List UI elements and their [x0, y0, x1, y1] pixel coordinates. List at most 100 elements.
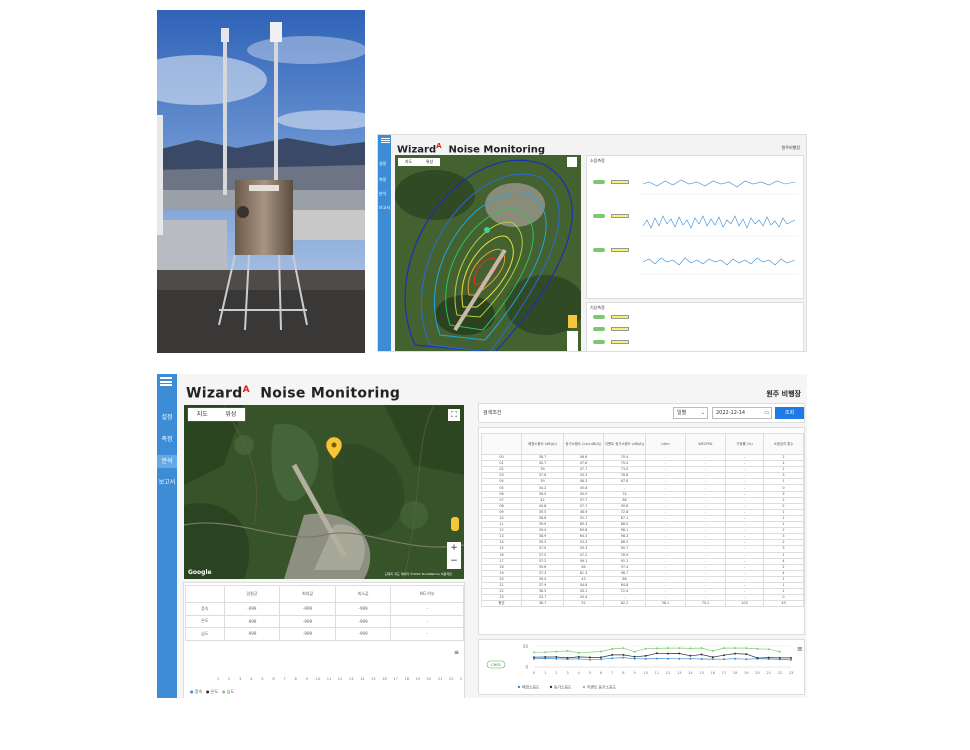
noise-contour-map[interactable]	[395, 155, 581, 351]
data-point[interactable]	[544, 656, 547, 658]
data-point[interactable]	[533, 657, 535, 660]
data-point[interactable]	[633, 655, 636, 658]
zoom-out-icon[interactable]: −	[447, 555, 461, 568]
legend-label[interactable]: 풍속	[195, 689, 202, 694]
data-point[interactable]	[577, 651, 580, 654]
x-tick-label: 2	[555, 671, 557, 675]
data-point[interactable]	[723, 654, 725, 657]
data-point[interactable]	[678, 647, 681, 650]
data-point[interactable]	[734, 647, 737, 650]
data-point[interactable]	[566, 649, 569, 652]
data-point[interactable]	[622, 653, 625, 656]
data-point[interactable]	[778, 650, 781, 653]
data-point[interactable]	[600, 658, 602, 661]
data-point[interactable]	[655, 647, 658, 650]
data-point[interactable]	[689, 654, 692, 657]
data-point[interactable]	[655, 657, 658, 660]
data-point[interactable]	[566, 656, 569, 659]
data-point[interactable]	[678, 652, 681, 655]
data-point[interactable]	[577, 655, 580, 658]
data-point[interactable]	[633, 657, 636, 660]
data-point[interactable]	[790, 658, 792, 661]
data-point[interactable]	[711, 656, 714, 659]
legend-label[interactable]: 이벤트 등가소음도	[587, 684, 617, 689]
data-point[interactable]	[756, 647, 759, 650]
data-point[interactable]	[711, 658, 714, 661]
data-point[interactable]	[790, 656, 792, 659]
tab-satellite[interactable]: 위성	[419, 158, 440, 166]
tab-map[interactable]: 지도	[398, 158, 419, 166]
data-point[interactable]	[767, 656, 770, 659]
data-point[interactable]	[667, 652, 670, 655]
nav-item-analysis[interactable]: 분석	[157, 455, 177, 468]
data-point[interactable]	[600, 650, 602, 653]
x-tick-label: 1	[544, 671, 546, 675]
data-point[interactable]	[723, 658, 725, 661]
data-point[interactable]	[689, 647, 692, 650]
data-point[interactable]	[723, 647, 725, 650]
nav-item-report[interactable]: 보고서	[379, 205, 390, 211]
data-point[interactable]	[533, 656, 535, 659]
data-point[interactable]	[689, 657, 692, 660]
menu-icon[interactable]	[160, 377, 172, 386]
legend-label[interactable]: 등가소음도	[554, 684, 572, 689]
data-point[interactable]	[622, 656, 625, 659]
data-point[interactable]	[745, 658, 748, 661]
data-point[interactable]	[767, 648, 770, 651]
data-point[interactable]	[756, 657, 759, 659]
data-point[interactable]	[644, 654, 647, 657]
data-point[interactable]	[555, 650, 558, 653]
legend-label[interactable]: 습도	[227, 689, 234, 694]
data-point[interactable]	[622, 647, 625, 650]
zoom-in-icon[interactable]: +	[447, 542, 461, 555]
data-point[interactable]	[655, 652, 658, 655]
data-point[interactable]	[611, 647, 614, 650]
data-point[interactable]	[611, 657, 614, 660]
data-point[interactable]	[633, 650, 636, 653]
street-view-pegman-icon[interactable]	[451, 517, 459, 531]
nav-item-settings[interactable]: 설정	[157, 412, 177, 424]
data-point[interactable]	[667, 657, 670, 660]
nav-item-measure[interactable]: 측정	[379, 177, 386, 183]
data-point[interactable]	[577, 657, 580, 660]
data-point[interactable]	[588, 656, 591, 659]
data-point[interactable]	[555, 656, 558, 658]
period-select[interactable]: 일별 ⌄	[673, 407, 708, 419]
data-point[interactable]	[700, 658, 703, 660]
search-label: 검색조건	[483, 410, 502, 416]
data-point[interactable]	[611, 653, 614, 656]
data-point[interactable]	[700, 647, 703, 650]
data-point[interactable]	[555, 657, 558, 660]
satellite-map[interactable]	[184, 405, 464, 579]
data-point[interactable]	[533, 651, 535, 654]
data-point[interactable]	[711, 649, 714, 652]
tab-satellite[interactable]: 위성	[217, 408, 246, 421]
data-point[interactable]	[644, 657, 647, 660]
row-label: 온도	[185, 614, 225, 628]
legend-label[interactable]: 배경소음도	[522, 684, 540, 689]
data-point[interactable]	[778, 656, 781, 659]
tab-map[interactable]: 지도	[188, 408, 217, 421]
nav-item-report[interactable]: 보고서	[157, 477, 177, 489]
data-point[interactable]	[734, 657, 737, 660]
data-point[interactable]	[745, 647, 748, 650]
chart-menu-icon[interactable]: ≡	[797, 645, 803, 653]
data-point[interactable]	[700, 653, 703, 656]
data-point[interactable]	[600, 656, 602, 659]
data-point[interactable]	[644, 647, 647, 650]
nav-item-analysis[interactable]: 분석	[379, 191, 386, 197]
legend-label[interactable]: 온도	[211, 689, 218, 694]
data-point[interactable]	[588, 658, 591, 661]
data-point[interactable]	[667, 647, 670, 650]
menu-icon[interactable]	[381, 137, 390, 144]
date-input[interactable]: 2022-12-14 ▭	[712, 407, 772, 419]
data-point[interactable]	[745, 653, 748, 656]
nav-item-measure[interactable]: 측정	[157, 434, 177, 446]
fullscreen-icon[interactable]: ⛶	[448, 409, 460, 421]
chart-menu-icon[interactable]: ≡	[454, 649, 459, 656]
data-point[interactable]	[678, 657, 681, 660]
nav-item-settings[interactable]: 설정	[379, 161, 386, 167]
search-button[interactable]: 조회	[775, 407, 804, 419]
data-point[interactable]	[734, 652, 737, 655]
data-point[interactable]	[544, 651, 547, 654]
